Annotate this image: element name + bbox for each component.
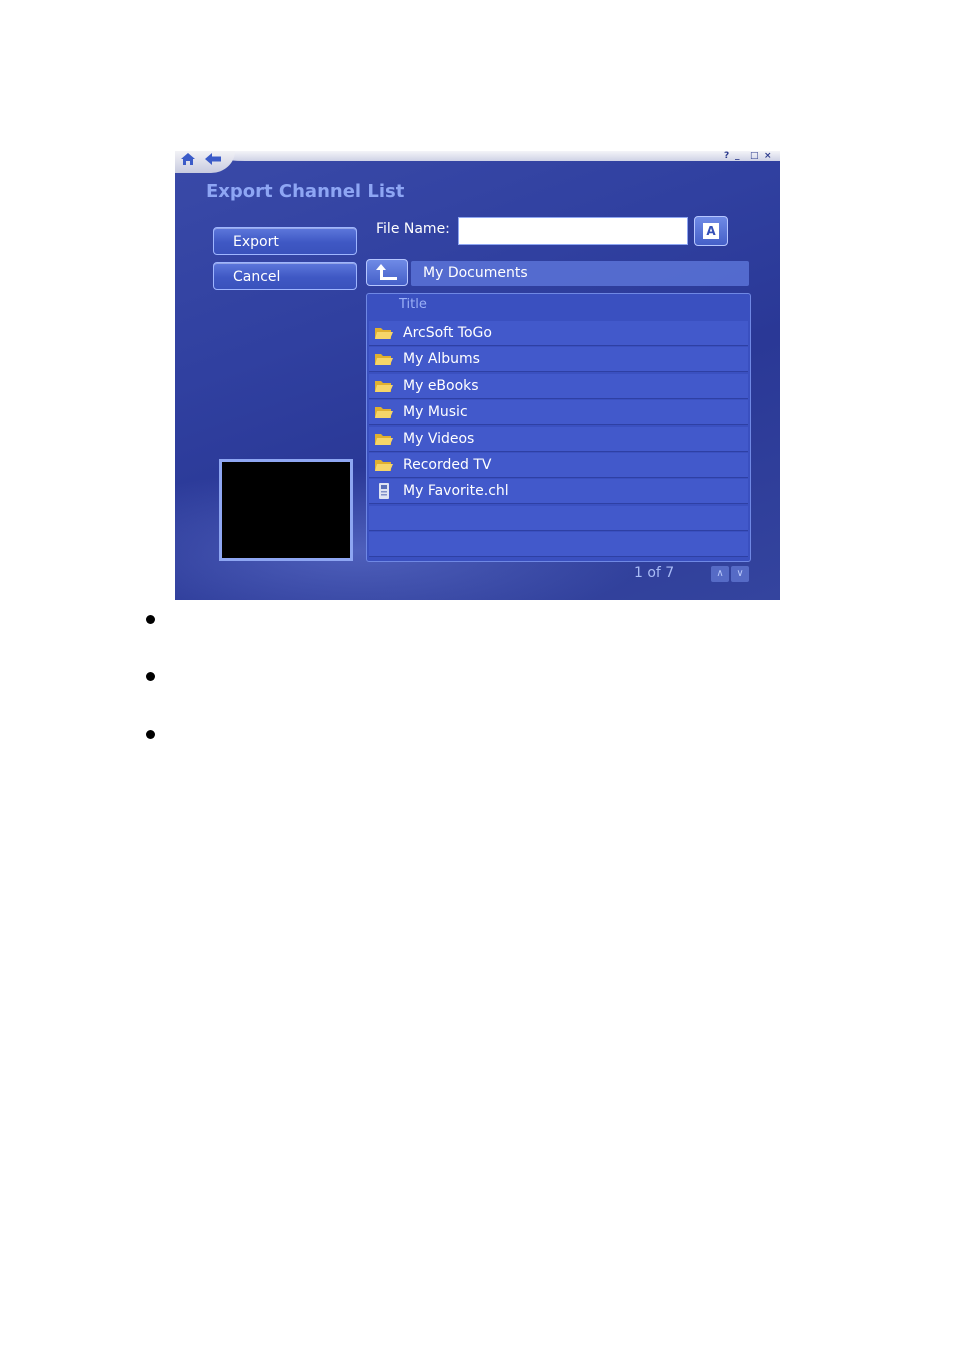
title-bar: ? _ □ × [175, 151, 780, 173]
list-item[interactable]: My Favorite.chl [369, 479, 748, 504]
home-icon[interactable] [180, 152, 196, 168]
keyboard-button[interactable]: A [694, 216, 728, 246]
back-arrow-icon[interactable] [204, 152, 222, 168]
chevron-up-icon: ∧ [716, 568, 724, 579]
page-counter: 1 of 7 [634, 565, 675, 581]
help-icon[interactable]: ? [724, 151, 729, 162]
folder-icon [374, 403, 394, 421]
folder-icon [374, 350, 394, 368]
folder-icon [374, 377, 394, 395]
folder-icon [374, 456, 394, 474]
current-folder-path: My Documents [411, 261, 749, 286]
up-arrow-icon [375, 262, 399, 287]
bullet-point [146, 615, 155, 624]
bullet-point [146, 672, 155, 681]
empty-list-row [369, 506, 748, 531]
list-item[interactable]: Recorded TV [369, 453, 748, 478]
list-item-label: My Albums [403, 351, 480, 367]
list-item[interactable]: My Music [369, 400, 748, 425]
keyboard-icon: A [703, 223, 719, 239]
folder-icon [374, 324, 394, 342]
list-item[interactable]: My Videos [369, 427, 748, 452]
cancel-button[interactable]: Cancel [213, 262, 357, 290]
page-title: Export Channel List [206, 181, 405, 202]
list-item-label: Recorded TV [403, 457, 492, 473]
page-up-button[interactable]: ∧ [711, 566, 729, 582]
list-item-label: My Favorite.chl [403, 483, 509, 499]
chevron-down-icon: ∨ [736, 568, 744, 579]
up-folder-button[interactable] [366, 259, 408, 286]
bullet-point [146, 730, 155, 739]
channel-file-icon [374, 482, 394, 500]
list-item[interactable]: My eBooks [369, 374, 748, 399]
page-down-button[interactable]: ∨ [731, 566, 749, 582]
list-item[interactable]: ArcSoft ToGo [369, 321, 748, 346]
empty-list-row [369, 532, 748, 557]
channel-preview [219, 459, 353, 561]
list-item-label: My eBooks [403, 378, 479, 394]
export-button[interactable]: Export [213, 227, 357, 255]
list-item-label: My Videos [403, 431, 475, 447]
list-item-label: My Music [403, 404, 468, 420]
file-name-input[interactable] [458, 217, 688, 245]
list-item-label: ArcSoft ToGo [403, 325, 492, 341]
export-channel-list-window: ? _ □ × Export Channel List Export Cance… [175, 151, 780, 600]
minimize-icon[interactable]: _ [735, 151, 740, 162]
file-name-label: File Name: [376, 221, 450, 237]
close-icon[interactable]: × [764, 151, 772, 162]
file-list: Title ArcSoft ToGo My Albums My eBooks M… [366, 293, 751, 562]
title-bar-strip [205, 151, 780, 161]
restore-icon[interactable]: □ [750, 151, 759, 162]
column-header-title[interactable]: Title [399, 297, 427, 312]
folder-icon [374, 430, 394, 448]
list-item[interactable]: My Albums [369, 347, 748, 372]
